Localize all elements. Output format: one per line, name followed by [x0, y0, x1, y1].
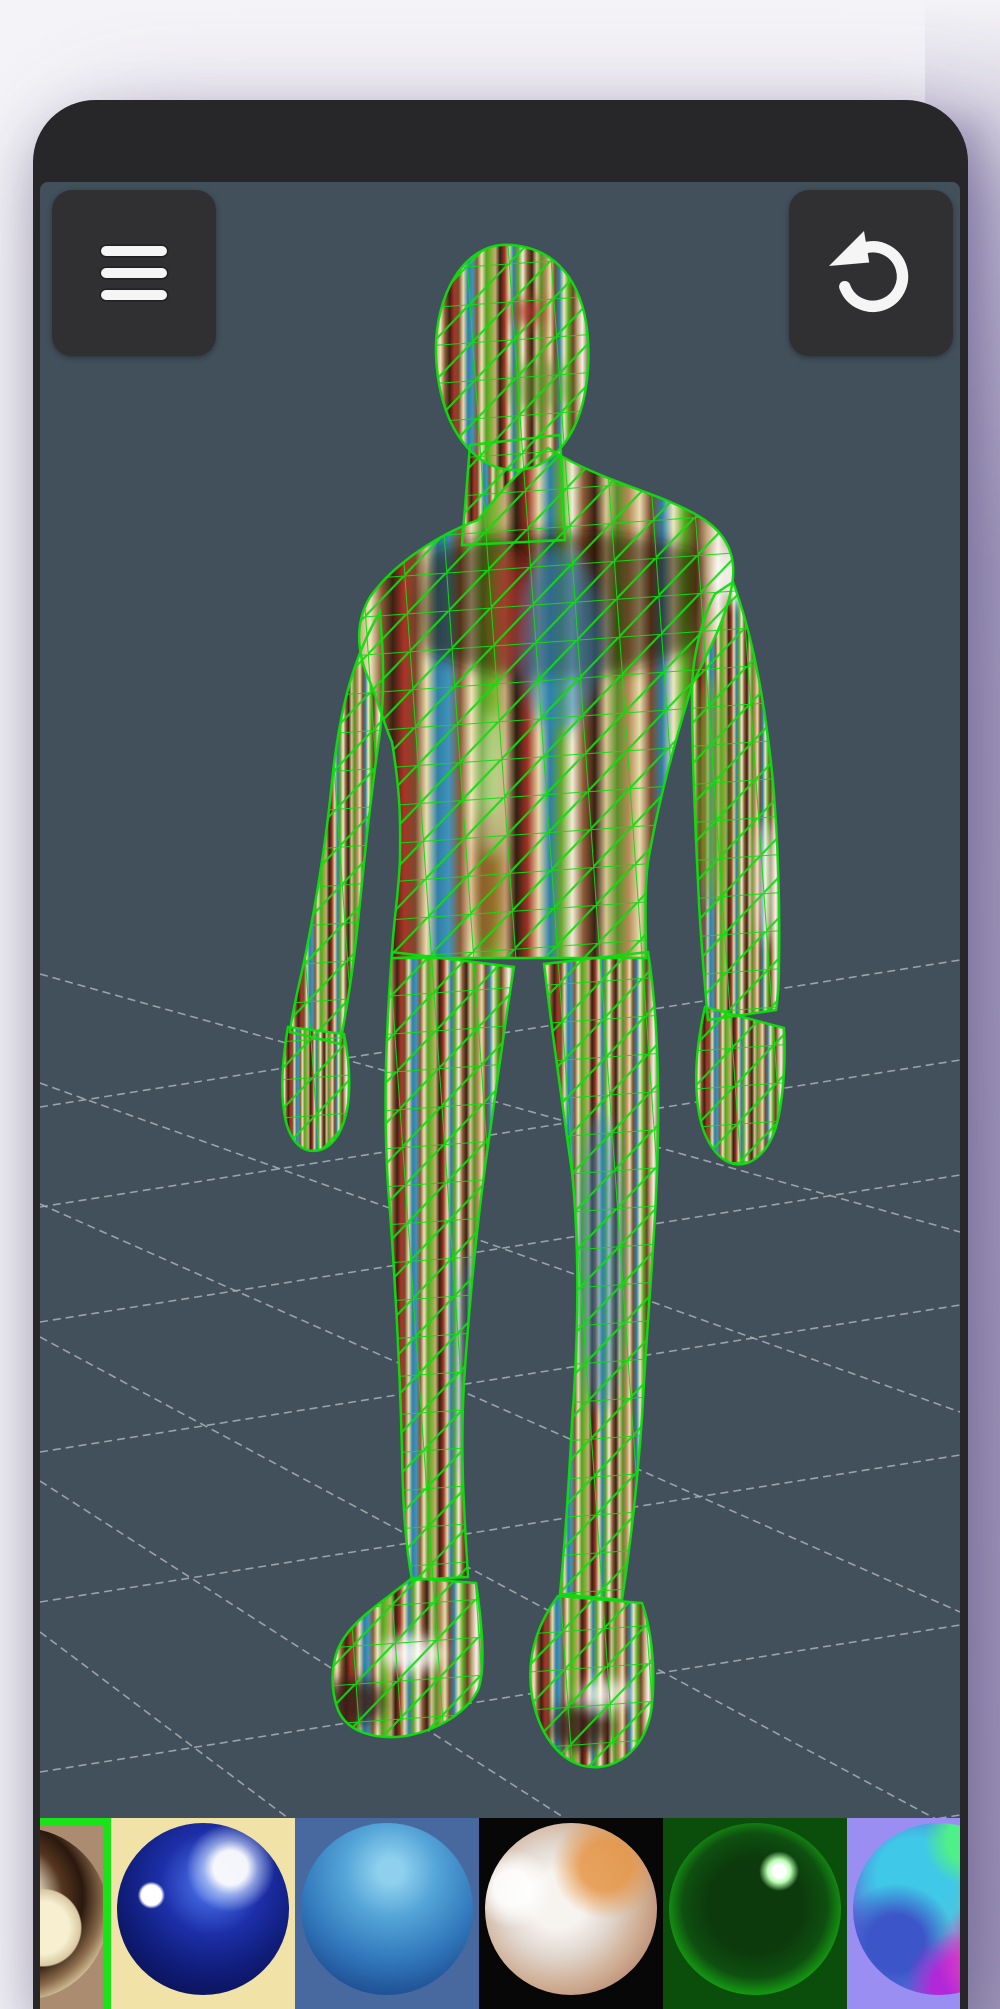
- material-tile-chrome[interactable]: [40, 1818, 111, 2009]
- undo-button[interactable]: [789, 190, 953, 356]
- material-sphere: [40, 1828, 108, 2000]
- model-canvas: [40, 182, 960, 2009]
- material-sphere: [485, 1823, 657, 1995]
- material-tile-skyblue[interactable]: [295, 1818, 479, 2009]
- menu-button[interactable]: [52, 190, 216, 356]
- material-sphere: [853, 1823, 960, 1995]
- wireframe-mesh: [220, 222, 840, 1802]
- material-sphere: [117, 1823, 289, 1995]
- phone-frame: [33, 100, 968, 2009]
- page: { "app": { "kind": "mobile-3d-model-view…: [0, 0, 1000, 2009]
- undo-rotate-icon: [815, 217, 927, 329]
- materials-bar: [40, 1818, 960, 2009]
- viewport-3d[interactable]: [40, 182, 960, 2009]
- material-sphere: [669, 1823, 841, 1995]
- material-tile-pearl[interactable]: [479, 1818, 663, 2009]
- hamburger-menu-icon: [101, 234, 167, 312]
- material-sphere: [301, 1823, 473, 1995]
- human-model: [220, 222, 840, 1802]
- material-tile-green[interactable]: [663, 1818, 847, 2009]
- material-tile-rainbow[interactable]: [847, 1818, 960, 2009]
- material-tile-navy[interactable]: [111, 1818, 295, 2009]
